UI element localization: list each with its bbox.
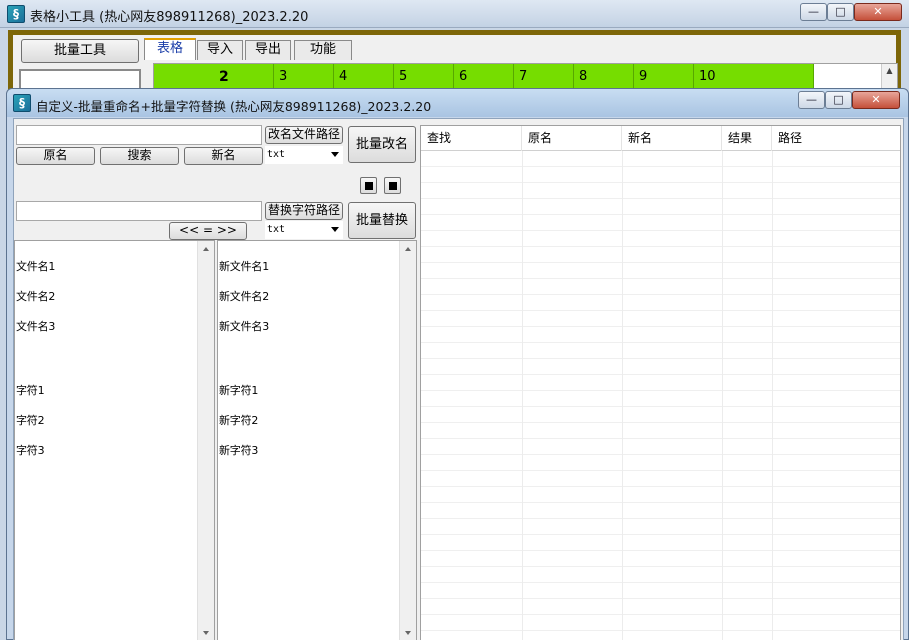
chevron-down-icon bbox=[331, 152, 339, 157]
close-button[interactable]: ✕ bbox=[854, 3, 902, 21]
stop-replace-button[interactable] bbox=[384, 177, 401, 194]
column-header-original-name[interactable]: 原名 bbox=[522, 126, 622, 151]
replace-ext-value: txt bbox=[267, 224, 286, 235]
list-item: 字符1 bbox=[16, 384, 45, 397]
search-button[interactable]: 搜索 bbox=[100, 147, 179, 165]
tab-function[interactable]: 功能 bbox=[294, 40, 352, 60]
list-item: 文件名2 bbox=[16, 290, 56, 303]
grid-column-header[interactable]: 4 bbox=[334, 64, 394, 90]
grid-column-header[interactable]: 3 bbox=[274, 64, 334, 90]
rename-path-button[interactable]: 改名文件路径 bbox=[265, 126, 343, 144]
stop-rename-button[interactable] bbox=[360, 177, 377, 194]
swap-button[interactable]: << = >> bbox=[169, 222, 247, 240]
list-item: 新字符1 bbox=[219, 384, 259, 397]
result-grid-rows[interactable] bbox=[421, 151, 900, 640]
batch-tools-button[interactable]: 批量工具 bbox=[21, 39, 139, 63]
target-memo-scrollbar[interactable] bbox=[399, 241, 416, 640]
replace-path-input[interactable] bbox=[16, 201, 262, 221]
dialog-maximize-button[interactable]: □ bbox=[825, 91, 852, 109]
replace-ext-select[interactable]: txt bbox=[265, 221, 343, 239]
stop-icon bbox=[389, 182, 397, 190]
new-name-button[interactable]: 新名 bbox=[184, 147, 263, 165]
grid-column-divider bbox=[722, 151, 723, 640]
grid-column-header[interactable]: 10 bbox=[694, 64, 814, 90]
app-logo-icon: § bbox=[7, 5, 25, 23]
batch-replace-button[interactable]: 批量替换 bbox=[348, 202, 416, 239]
grid-scroll-up-icon[interactable]: ▲ bbox=[881, 64, 897, 90]
list-item: 新文件名1 bbox=[219, 260, 269, 273]
replace-path-button[interactable]: 替换字符路径 bbox=[265, 202, 343, 220]
grid-column-divider bbox=[522, 151, 523, 640]
maximize-button[interactable]: □ bbox=[827, 3, 854, 21]
grid-column-header[interactable]: 2 bbox=[214, 64, 274, 90]
grid-column-header[interactable]: 7 bbox=[514, 64, 574, 90]
list-item: 字符3 bbox=[16, 444, 45, 457]
list-item: 新文件名3 bbox=[219, 320, 269, 333]
dialog-minimize-button[interactable]: — bbox=[798, 91, 825, 109]
list-item: 文件名1 bbox=[16, 260, 56, 273]
chevron-down-icon bbox=[331, 227, 339, 232]
list-item bbox=[16, 352, 55, 366]
batch-rename-dialog: § 自定义-批量重命名+批量字符替换 (热心网友898911268)_2023.… bbox=[6, 88, 909, 640]
grid-column-header[interactable]: 1 bbox=[154, 64, 226, 90]
rename-path-input[interactable] bbox=[16, 125, 262, 145]
dialog-titlebar[interactable]: § 自定义-批量重命名+批量字符替换 (热心网友898911268)_2023.… bbox=[7, 89, 908, 117]
scroll-up-icon[interactable] bbox=[203, 247, 209, 251]
column-header-new-name[interactable]: 新名 bbox=[622, 126, 722, 151]
grid-header-empty bbox=[814, 64, 882, 90]
tab-import[interactable]: 导入 bbox=[197, 40, 243, 60]
dialog-title: 自定义-批量重命名+批量字符替换 (热心网友898911268)_2023.2.… bbox=[36, 99, 432, 114]
dialog-client-area: 改名文件路径 txt 原名 搜索 新名 批量改名 替换字符路径 txt << =… bbox=[13, 118, 904, 640]
grid-column-header[interactable]: 5 bbox=[394, 64, 454, 90]
rename-ext-value: txt bbox=[267, 149, 286, 160]
target-text-lines: 新文件名1 新文件名2 新文件名3 新字符1 新字符2 新字符3 bbox=[219, 242, 269, 476]
grid-column-header[interactable]: 9 bbox=[634, 64, 694, 90]
list-item: 文件名3 bbox=[16, 320, 56, 333]
main-titlebar[interactable]: § 表格小工具 (热心网友898911268)_2023.2.20 — □ ✕ bbox=[0, 0, 909, 28]
scroll-down-icon[interactable] bbox=[405, 631, 411, 635]
result-grid[interactable]: 查找 原名 新名 结果 路径 bbox=[420, 125, 901, 640]
dialog-logo-icon: § bbox=[13, 94, 31, 112]
column-header-find[interactable]: 查找 bbox=[421, 126, 522, 151]
batch-rename-button[interactable]: 批量改名 bbox=[348, 126, 416, 163]
rename-ext-select[interactable]: txt bbox=[265, 146, 343, 164]
column-header-path[interactable]: 路径 bbox=[772, 126, 900, 151]
main-window-title: 表格小工具 (热心网友898911268)_2023.2.20 bbox=[30, 10, 309, 25]
data-grid-header: 1 2 3 4 5 6 7 8 9 10 ▲ bbox=[153, 63, 898, 91]
list-item: 新字符3 bbox=[219, 444, 259, 457]
tab-export[interactable]: 导出 bbox=[245, 40, 291, 60]
dialog-close-button[interactable]: ✕ bbox=[852, 91, 900, 109]
grid-column-divider bbox=[622, 151, 623, 640]
grid-column-header[interactable]: 6 bbox=[454, 64, 514, 90]
result-grid-header: 查找 原名 新名 结果 路径 bbox=[421, 126, 900, 151]
grid-column-divider bbox=[772, 151, 773, 640]
target-text-memo[interactable]: 新文件名1 新文件名2 新文件名3 新字符1 新字符2 新字符3 bbox=[217, 240, 417, 640]
stop-icon bbox=[365, 182, 373, 190]
original-name-button[interactable]: 原名 bbox=[16, 147, 95, 165]
list-item: 新文件名2 bbox=[219, 290, 269, 303]
column-header-result[interactable]: 结果 bbox=[722, 126, 772, 151]
minimize-button[interactable]: — bbox=[800, 3, 827, 21]
scroll-up-icon[interactable] bbox=[405, 247, 411, 251]
source-memo-scrollbar[interactable] bbox=[197, 241, 214, 640]
list-item bbox=[219, 352, 269, 366]
grid-column-header[interactable]: 8 bbox=[574, 64, 634, 90]
tab-table[interactable]: 表格 bbox=[144, 38, 196, 60]
source-text-memo[interactable]: 文件名1 文件名2 文件名3 字符1 字符2 字符3 bbox=[14, 240, 215, 640]
list-item: 新字符2 bbox=[219, 414, 259, 427]
scroll-down-icon[interactable] bbox=[203, 631, 209, 635]
list-item: 字符2 bbox=[16, 414, 45, 427]
source-text-lines: 文件名1 文件名2 文件名3 字符1 字符2 字符3 bbox=[16, 242, 55, 476]
